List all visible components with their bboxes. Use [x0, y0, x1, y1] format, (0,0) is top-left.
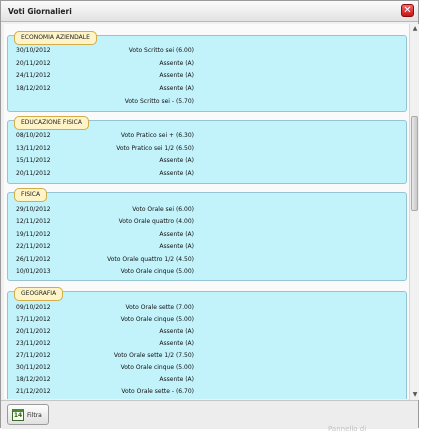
grade-row: 22/11/2012 Assente (A) — [8, 243, 406, 251]
grade-date: 23/11/2012 — [16, 340, 51, 347]
grade-value: Voto Orale sette 1/2 (7.50) — [113, 352, 194, 359]
close-icon[interactable]: ✕ — [401, 4, 414, 17]
grade-row: 29/10/2012 Voto Orale sei (6.00) — [8, 206, 406, 214]
grade-date: 17/11/2012 — [16, 316, 51, 323]
grade-value: Voto Orale cinque (5.00) — [120, 316, 194, 323]
subject-title: ECONOMIA AZIENDALE — [14, 31, 97, 45]
grade-row: 20/11/2012 Assente (A) — [8, 60, 406, 68]
grade-row: Voto Scritto sei - (5.70) — [8, 98, 406, 106]
grade-date: 18/12/2012 — [16, 85, 51, 92]
grade-value: Assente (A) — [159, 85, 194, 92]
grade-value: Voto Orale cinque (5.00) — [120, 364, 194, 371]
subject-panel-fisica: FISICA 29/10/2012 Voto Orale sei (6.00) … — [7, 188, 407, 281]
grade-value: Voto Orale sette - (6.70) — [121, 388, 194, 395]
grade-value: Assente (A) — [159, 157, 194, 164]
grade-date: 24/11/2012 — [16, 72, 51, 79]
grade-row: 23/11/2012 Assente (A) — [8, 340, 406, 348]
grade-value: Voto Scritto sei - (5.70) — [124, 98, 194, 105]
grade-row: 09/10/2012 Voto Orale sette (7.00) — [8, 304, 406, 312]
grade-value: Voto Orale sei (6.00) — [132, 206, 194, 213]
grade-date: 30/11/2012 — [16, 364, 51, 371]
grade-value: Assente (A) — [159, 60, 194, 67]
grade-row: 13/11/2012 Voto Pratico sei 1/2 (6.50) — [8, 145, 406, 153]
grade-row: 27/11/2012 Voto Orale sette 1/2 (7.50) — [8, 352, 406, 360]
grade-date: 27/11/2012 — [16, 352, 51, 359]
grade-row: 12/11/2012 Voto Orale quattro (4.00) — [8, 218, 406, 226]
grade-date: 15/11/2012 — [16, 157, 51, 164]
grade-date: 21/12/2012 — [16, 388, 51, 395]
grade-date: 20/11/2012 — [16, 170, 51, 177]
scroll-up-arrow-icon[interactable]: ▲ — [411, 25, 419, 33]
grade-date: 18/12/2012 — [16, 376, 51, 383]
grade-date: 12/11/2012 — [16, 218, 51, 225]
subject-title: GEOGRAFIA — [14, 287, 64, 301]
grade-row: 15/11/2012 Assente (A) — [8, 157, 406, 165]
grade-value: Voto Orale quattro 1/2 (4.50) — [107, 256, 194, 263]
grade-row: 20/11/2012 Assente (A) — [8, 170, 406, 178]
grade-value: Voto Orale sette (7.00) — [125, 304, 194, 311]
window-title: Voti Giornalieri — [8, 7, 72, 16]
grade-date: 22/11/2012 — [16, 243, 51, 250]
grade-row: 30/10/2012 Voto Scritto sei (6.00) — [8, 47, 406, 55]
voti-giornalieri-window: Voti Giornalieri ✕ ECONOMIA AZIENDALE 30… — [0, 0, 419, 429]
calendar-icon: 14 — [12, 409, 24, 421]
grade-row: 17/11/2012 Voto Orale cinque (5.00) — [8, 316, 406, 324]
grade-value: Voto Orale cinque (5.00) — [120, 268, 194, 275]
grade-row: 19/11/2012 Assente (A) — [8, 231, 406, 239]
grade-date: 26/11/2012 — [16, 256, 51, 263]
grade-row: 24/11/2012 Assente (A) — [8, 72, 406, 80]
grade-value: Assente (A) — [159, 376, 194, 383]
grade-value: Voto Scritto sei (6.00) — [128, 47, 194, 54]
grade-row: 26/11/2012 Voto Orale quattro 1/2 (4.50) — [8, 256, 406, 264]
grade-date: 20/11/2012 — [16, 328, 51, 335]
calendar-day: 14 — [13, 412, 23, 419]
grade-value: Voto Pratico sei + (6.30) — [120, 132, 194, 139]
grade-date: 10/01/2013 — [16, 268, 51, 275]
filter-label: Filtra — [27, 412, 42, 419]
subject-title: EDUCAZIONE FISICA — [14, 116, 89, 130]
grade-date: 29/10/2012 — [16, 206, 51, 213]
grade-value: Assente (A) — [159, 72, 194, 79]
grade-value: Assente (A) — [159, 231, 194, 238]
grade-value: Voto Orale quattro (4.00) — [118, 218, 194, 225]
vertical-scrollbar[interactable]: ▲ ▼ — [409, 24, 419, 400]
grade-value: Assente (A) — [159, 328, 194, 335]
grade-value: Voto Pratico sei 1/2 (6.50) — [116, 145, 194, 152]
grade-row: 20/11/2012 Assente (A) — [8, 328, 406, 336]
grade-date: 19/11/2012 — [16, 231, 51, 238]
scroll-down-arrow-icon[interactable]: ▼ — [411, 391, 419, 399]
subject-title: FISICA — [14, 188, 48, 202]
subject-panel-educazione-fisica: EDUCAZIONE FISICA 08/10/2012 Voto Pratic… — [7, 116, 407, 184]
grade-row: 30/11/2012 Voto Orale cinque (5.00) — [8, 364, 406, 372]
grade-date: 20/11/2012 — [16, 60, 51, 67]
grade-row: 18/12/2012 Assente (A) — [8, 85, 406, 93]
title-bar[interactable]: Voti Giornalieri ✕ — [1, 1, 418, 22]
grade-row: 10/01/2013 Voto Orale cinque (5.00) — [8, 268, 406, 276]
grade-date: 30/10/2012 — [16, 47, 51, 54]
grade-row: 18/12/2012 Assente (A) — [8, 376, 406, 384]
grade-row: 21/12/2012 Voto Orale sette - (6.70) — [8, 388, 406, 396]
filter-button[interactable]: 14 Filtra — [7, 404, 49, 425]
grade-date: 08/10/2012 — [16, 132, 51, 139]
subject-panel-geografia: GEOGRAFIA 09/10/2012 Voto Orale sette (7… — [7, 287, 407, 399]
grade-row: 08/10/2012 Voto Pratico sei + (6.30) — [8, 132, 406, 140]
grade-value: Assente (A) — [159, 243, 194, 250]
grade-value: Assente (A) — [159, 170, 194, 177]
grade-value: Assente (A) — [159, 340, 194, 347]
scrollbar-thumb[interactable] — [411, 116, 418, 211]
subject-panel-economia-aziendale: ECONOMIA AZIENDALE 30/10/2012 Voto Scrit… — [7, 31, 407, 112]
grade-date: 09/10/2012 — [16, 304, 51, 311]
grade-date: 13/11/2012 — [16, 145, 51, 152]
grades-scroll-area[interactable]: ECONOMIA AZIENDALE 30/10/2012 Voto Scrit… — [4, 24, 410, 399]
